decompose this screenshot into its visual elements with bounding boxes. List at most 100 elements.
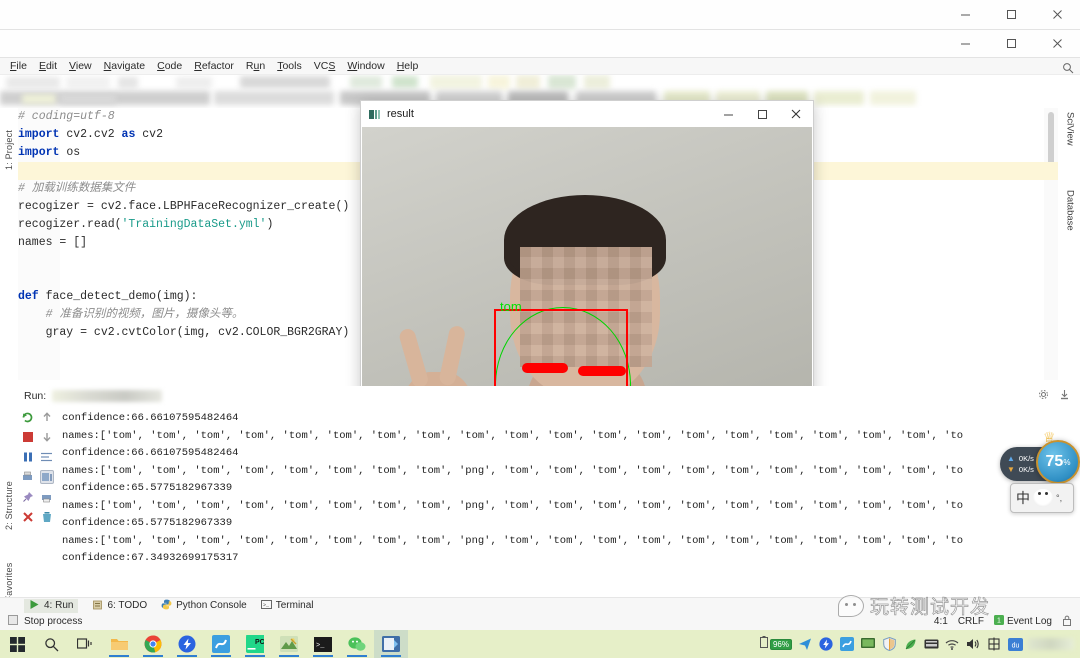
menu-item-tools[interactable]: Tools (271, 58, 308, 75)
speaker-icon[interactable] (965, 636, 981, 652)
run-header: Run: (18, 386, 1080, 406)
token-kw: import (18, 146, 60, 159)
caret-position[interactable]: 4:1 (934, 616, 948, 627)
minimize-button[interactable] (942, 0, 988, 29)
start-button[interactable] (0, 630, 34, 658)
ime-icon[interactable] (986, 636, 1002, 652)
gear-icon[interactable] (1038, 389, 1049, 403)
export-icon[interactable] (1059, 389, 1070, 403)
pin-icon[interactable] (21, 490, 35, 504)
print-icon[interactable] (21, 470, 35, 484)
console-line: confidence:66.66107595482464 (62, 447, 239, 459)
console-output[interactable]: confidence:66.66107595482464 names:['tom'… (62, 406, 1080, 612)
battery-percent: 96% (769, 638, 792, 650)
sidebar-item-label: SciView (1064, 112, 1076, 146)
tool-window-bar: 4: Run 6: TODO Python Console >_ Terminal (0, 597, 1080, 613)
result-close-button[interactable] (779, 101, 813, 127)
minimize-button-2[interactable] (942, 30, 988, 57)
run-tool-window: Run: confidence:66.66107595482464 names:… (18, 386, 1080, 612)
event-log-label[interactable]: Event Log (1007, 616, 1052, 627)
shield-icon[interactable] (881, 636, 897, 652)
wifi-icon[interactable] (944, 636, 960, 652)
svg-text:1: 1 (997, 618, 1001, 625)
ime-extra-label: °, (1056, 493, 1063, 503)
soft-wrap-icon[interactable] (40, 450, 54, 464)
ime-floating-bar[interactable]: 中 °, (1010, 483, 1074, 513)
outer-window-titlebar (0, 0, 1080, 30)
result-maximize-button[interactable] (745, 101, 779, 127)
tool-tab-terminal[interactable]: >_ Terminal (260, 599, 314, 613)
menu-item-code[interactable]: Code (151, 58, 188, 75)
code-text: names = [] (18, 236, 87, 249)
sidebar-item-structure[interactable]: 2: Structure (0, 460, 18, 530)
baidu-icon[interactable]: du (1007, 636, 1023, 652)
sidebar-item-database[interactable]: Database (1060, 190, 1080, 254)
terminal-icon: >_ (260, 599, 272, 613)
scroll-down-icon[interactable] (40, 430, 54, 444)
tool-tab-todo[interactable]: 6: TODO (92, 599, 147, 613)
snipaste-icon[interactable] (272, 630, 306, 658)
menu-item-help[interactable]: Help (391, 58, 425, 75)
code-text: import os (18, 146, 80, 159)
menu-item-refactor[interactable]: Refactor (188, 58, 240, 75)
file-explorer-icon[interactable] (102, 630, 136, 658)
sidebar-item-label: 2: Structure (4, 481, 14, 530)
close-button[interactable] (1034, 0, 1080, 29)
close-icon[interactable] (21, 510, 35, 524)
sidebar-item-project[interactable]: 1: Project (0, 110, 18, 170)
rerun-icon[interactable] (21, 410, 35, 424)
windows-taskbar: PC >_ 96% du (0, 630, 1080, 658)
result-minimize-button[interactable] (711, 101, 745, 127)
console-icon[interactable]: >_ (306, 630, 340, 658)
keyboard-icon[interactable] (923, 636, 939, 652)
wechat-icon[interactable] (340, 630, 374, 658)
scroll-up-icon[interactable] (40, 410, 54, 424)
run-icon (29, 599, 40, 613)
chrome-icon[interactable] (136, 630, 170, 658)
pause-icon[interactable] (21, 450, 35, 464)
paper-plane-icon[interactable] (797, 636, 813, 652)
pycharm-icon[interactable]: PC (238, 630, 272, 658)
menu-item-edit[interactable]: Edit (33, 58, 63, 75)
lock-icon[interactable] (1062, 615, 1072, 629)
search-icon[interactable] (34, 630, 68, 658)
battery-tray-item[interactable]: 96% (759, 635, 792, 653)
task-view-icon[interactable] (68, 630, 102, 658)
scroll-to-end-icon[interactable] (39, 470, 54, 484)
token-kw: def (18, 290, 39, 303)
editor-tray-icon[interactable] (839, 636, 855, 652)
monitor-icon[interactable] (860, 636, 876, 652)
dog-avatar-icon[interactable] (1033, 489, 1053, 507)
menu-item-file[interactable]: File (4, 58, 33, 75)
maximize-button[interactable] (988, 0, 1034, 29)
leaf-icon[interactable] (902, 636, 918, 652)
print-output-icon[interactable] (40, 490, 54, 504)
stop-square-icon[interactable] (8, 615, 18, 628)
thunder-download-icon[interactable] (170, 630, 204, 658)
tool-tab-run[interactable]: 4: Run (24, 598, 79, 613)
active-app-icon[interactable] (374, 630, 408, 658)
menu-item-vcs[interactable]: VCS (308, 58, 342, 75)
cpu-usage-badge[interactable]: 75% (1036, 440, 1080, 484)
thunder-tray-icon[interactable] (818, 636, 834, 652)
sidebar-item-sciview[interactable]: SciView (1060, 112, 1080, 172)
tool-tab-pythonconsole[interactable]: Python Console (161, 599, 247, 613)
line-separator[interactable]: CRLF (958, 616, 984, 627)
menu-item-view[interactable]: View (63, 58, 98, 75)
ime-mode-label[interactable]: 中 (1016, 488, 1030, 508)
menu-item-navigate[interactable]: Navigate (98, 58, 151, 75)
censor-bar-left-eye (522, 363, 568, 373)
run-configuration-name[interactable] (52, 390, 163, 402)
clear-all-icon[interactable] (40, 510, 54, 524)
todo-icon (92, 599, 103, 613)
system-tray: 96% du (759, 635, 1080, 653)
menu-item-run[interactable]: Run (240, 58, 271, 75)
maximize-button-2[interactable] (988, 30, 1034, 57)
clock-blurred[interactable] (1028, 638, 1074, 650)
close-button-2[interactable] (1034, 30, 1080, 57)
stop-icon[interactable] (21, 430, 35, 444)
menu-item-window[interactable]: Window (341, 58, 390, 75)
blue-swoosh-icon[interactable] (204, 630, 238, 658)
code-text: # 准备识别的视频，图片，摄像头等。 (18, 308, 244, 321)
token-cmt: # 加载训练数据集文件 (18, 182, 136, 195)
